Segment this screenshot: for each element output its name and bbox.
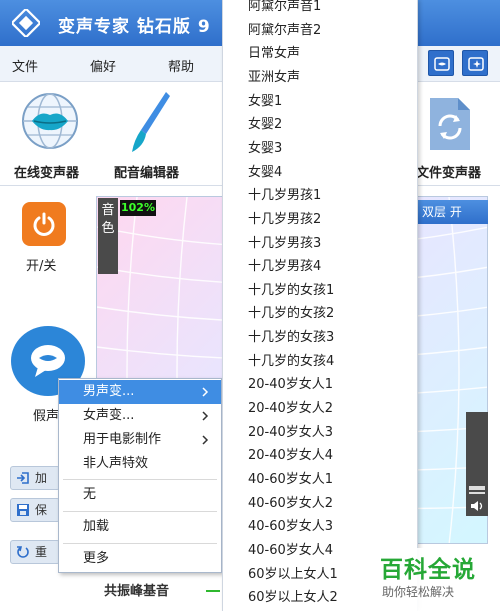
save-button-label: 保 bbox=[35, 503, 48, 517]
timbre-value: 102% bbox=[120, 200, 156, 216]
online-voice-changer-label: 在线变声器 bbox=[14, 166, 80, 181]
voice-context-menu: 男声变... 女声变... 用于电影制作 非人声特效 无 加载 更多 bbox=[58, 378, 222, 573]
male-voice-submenu: 阿黛尔声音1 阿黛尔声音2 日常女声亚洲女声女婴1 女婴2 女婴3 女婴4 十几岁男孩1 十几… bbox=[222, 0, 418, 611]
submenu-item[interactable]: 40-60岁女人3 bbox=[248, 515, 333, 534]
magic-button[interactable] bbox=[462, 50, 488, 76]
submenu-item[interactable]: 十几岁男孩1 bbox=[248, 184, 321, 203]
app-logo-icon bbox=[12, 9, 40, 37]
menu-preferences[interactable]: 偏好 bbox=[90, 56, 116, 75]
formant-pitch-label: 共振峰基音 bbox=[104, 584, 170, 599]
double-layer-label: 双层 开 bbox=[422, 205, 462, 219]
submenu-item[interactable]: 十几岁的女孩3 bbox=[248, 326, 334, 345]
volume-handle[interactable] bbox=[469, 486, 485, 490]
timbre-label: 音色 bbox=[101, 203, 115, 236]
window-title: 变声专家 钻石版 9 bbox=[58, 17, 211, 37]
ctx-male-voice-label: 男声变... bbox=[83, 384, 135, 399]
save-icon bbox=[17, 504, 29, 516]
ctx-female-voice-label: 女声变... bbox=[83, 408, 135, 423]
ctx-none-label: 无 bbox=[83, 487, 97, 502]
submenu-item[interactable]: 女婴1 bbox=[248, 90, 282, 109]
submenu-item[interactable]: 60岁以上女人2 bbox=[248, 586, 338, 605]
chevron-right-icon bbox=[202, 411, 209, 421]
ctx-movie[interactable]: 用于电影制作 bbox=[59, 428, 221, 452]
file-voice-changer-label: 文件变声器 bbox=[416, 166, 482, 181]
ctx-separator bbox=[63, 511, 217, 512]
submenu-item[interactable]: 60岁以上女人1 bbox=[248, 563, 338, 582]
submenu-item[interactable]: 20-40岁女人4 bbox=[248, 444, 333, 463]
volume-slider[interactable] bbox=[466, 412, 488, 516]
speech-bubble-icon bbox=[31, 345, 65, 377]
chevron-right-icon bbox=[202, 387, 209, 397]
reset-button[interactable]: 重 bbox=[10, 540, 60, 564]
power-button[interactable] bbox=[22, 202, 66, 246]
ctx-more-label: 更多 bbox=[83, 551, 110, 566]
submenu-item[interactable]: 女婴2 bbox=[248, 113, 282, 132]
reset-icon bbox=[17, 546, 29, 558]
menu-file[interactable]: 文件 bbox=[12, 56, 38, 75]
submenu-item[interactable]: 十几岁的女孩4 bbox=[248, 350, 334, 369]
submenu-item[interactable]: 十几岁的女孩2 bbox=[248, 302, 334, 321]
submenu-item[interactable]: 阿黛尔声音2 bbox=[248, 19, 321, 38]
ctx-more[interactable]: 更多 bbox=[59, 547, 221, 571]
submenu-item[interactable]: 40-60岁女人1 bbox=[248, 468, 333, 487]
ctx-none[interactable]: 无 bbox=[59, 483, 221, 507]
file-refresh-icon bbox=[430, 98, 470, 150]
mouth-icon bbox=[434, 57, 450, 71]
skin-button[interactable] bbox=[428, 50, 454, 76]
dub-editor-button[interactable]: 配音编辑器 bbox=[106, 82, 196, 186]
globe-lips-icon bbox=[22, 93, 78, 149]
file-voice-changer-button[interactable]: 文件变声器 bbox=[416, 82, 500, 186]
volume-handle-line bbox=[469, 492, 485, 494]
ctx-load[interactable]: 加载 bbox=[59, 515, 221, 539]
load-button[interactable]: 加 bbox=[10, 466, 60, 490]
submenu-item[interactable]: 20-40岁女人3 bbox=[248, 421, 333, 440]
chevron-right-icon bbox=[202, 435, 209, 445]
submenu-item[interactable]: 女婴4 bbox=[248, 161, 282, 180]
reset-button-label: 重 bbox=[35, 545, 48, 559]
ctx-non-human-label: 非人声特效 bbox=[83, 456, 149, 471]
submenu-item[interactable]: 20-40岁女人2 bbox=[248, 397, 333, 416]
ctx-male-voice[interactable]: 男声变... bbox=[59, 380, 221, 404]
online-voice-changer-button[interactable]: 在线变声器 bbox=[0, 82, 100, 186]
submenu-item[interactable]: 十几岁男孩2 bbox=[248, 208, 321, 227]
double-layer-toggle[interactable]: 双层 开 bbox=[414, 200, 488, 224]
submenu-item[interactable]: 十几岁的女孩1 bbox=[248, 279, 334, 298]
submenu-item[interactable]: 日常女声 bbox=[248, 42, 300, 61]
power-icon bbox=[33, 212, 55, 236]
submenu-item[interactable]: 40-60岁女人2 bbox=[248, 492, 333, 511]
ctx-female-voice[interactable]: 女声变... bbox=[59, 404, 221, 428]
ctx-separator bbox=[63, 543, 217, 544]
sparkle-icon bbox=[468, 57, 484, 71]
dub-editor-label: 配音编辑器 bbox=[114, 166, 180, 181]
ctx-separator bbox=[63, 479, 217, 480]
submenu-item[interactable]: 亚洲女声 bbox=[248, 66, 300, 85]
timbre-meter[interactable]: 音色 bbox=[98, 198, 118, 274]
fake-voice-label: 假声 bbox=[33, 409, 60, 424]
formant-indicator bbox=[206, 590, 220, 592]
submenu-item[interactable]: 十几岁男孩3 bbox=[248, 232, 321, 251]
submenu-item[interactable]: 阿黛尔声音1 bbox=[248, 0, 321, 14]
save-button[interactable]: 保 bbox=[10, 498, 60, 522]
login-icon bbox=[17, 472, 29, 484]
power-label: 开/关 bbox=[26, 259, 57, 274]
ctx-movie-label: 用于电影制作 bbox=[83, 432, 162, 447]
watermark-subtitle: 助你轻松解决 bbox=[382, 585, 455, 599]
submenu-item[interactable]: 40-60岁女人4 bbox=[248, 539, 333, 558]
watermark-title: 百科全说 bbox=[380, 557, 476, 583]
menu-help[interactable]: 帮助 bbox=[168, 56, 194, 75]
submenu-item[interactable]: 十几岁男孩4 bbox=[248, 255, 321, 274]
ctx-non-human[interactable]: 非人声特效 bbox=[59, 452, 221, 476]
speaker-icon bbox=[471, 501, 483, 511]
submenu-item[interactable]: 女婴3 bbox=[248, 137, 282, 156]
submenu-item[interactable]: 20-40岁女人1 bbox=[248, 373, 333, 392]
load-button-label: 加 bbox=[35, 471, 48, 485]
brush-icon bbox=[132, 92, 170, 152]
ctx-load-label: 加载 bbox=[83, 519, 110, 534]
